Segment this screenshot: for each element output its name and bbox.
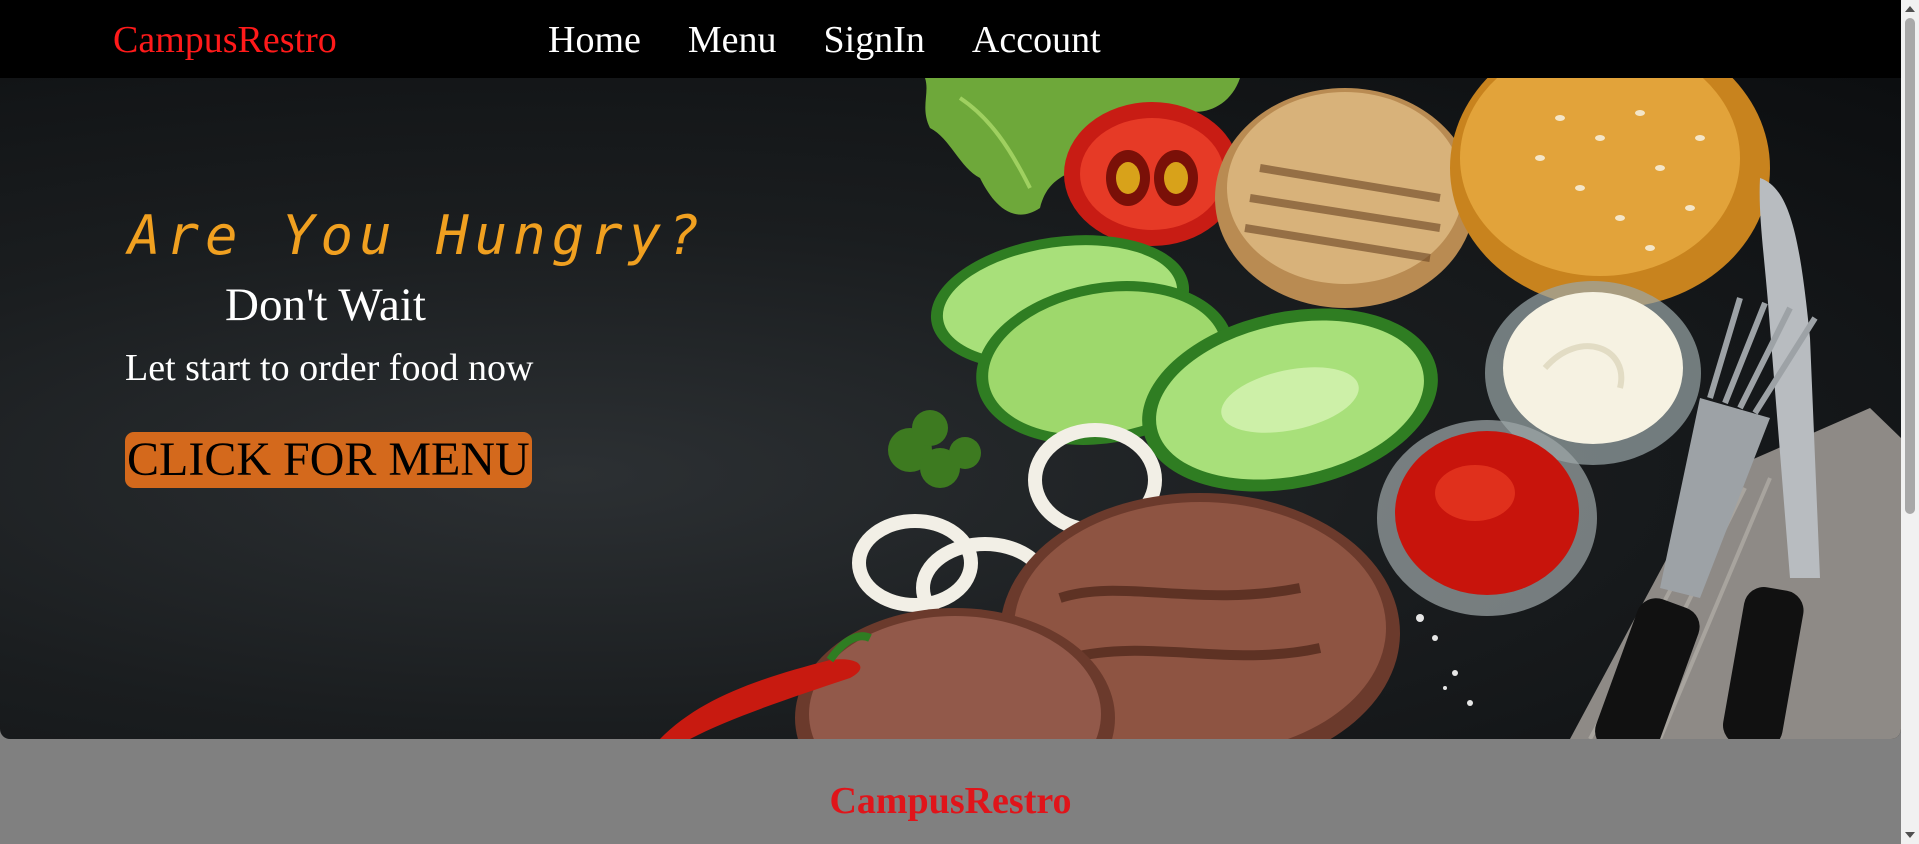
- footer: CampusRestro: [0, 739, 1901, 844]
- hero-tagline: Let start to order food now: [125, 347, 534, 389]
- tomato-shape: [1064, 102, 1240, 246]
- click-for-menu-button[interactable]: CLICK FOR MENU: [125, 432, 532, 488]
- nav-link-home[interactable]: Home: [548, 18, 641, 62]
- bun-bottom-shape: [1215, 88, 1475, 308]
- brand-logo-link[interactable]: CampusRestro: [113, 18, 337, 62]
- nav-link-menu[interactable]: Menu: [688, 18, 777, 62]
- hero-banner: Are You Hungry? Don't Wait Let start to …: [0, 78, 1901, 739]
- page: CampusRestro Home Menu SignIn Account Ar…: [0, 0, 1919, 844]
- hero-title: Are You Hungry?: [128, 204, 706, 267]
- vertical-scrollbar[interactable]: [1901, 0, 1919, 844]
- ketchup-bowl-shape: [1377, 420, 1597, 616]
- scroll-thumb[interactable]: [1905, 18, 1915, 514]
- nav-links: Home Menu SignIn Account: [548, 18, 1148, 62]
- footer-brand: CampusRestro: [829, 780, 1072, 822]
- hero-subtitle: Don't Wait: [225, 279, 426, 331]
- parsley-shape: [888, 410, 981, 488]
- scroll-down-arrow-icon[interactable]: [1905, 832, 1915, 838]
- nav-link-signin[interactable]: SignIn: [824, 18, 925, 62]
- top-navbar: CampusRestro Home Menu SignIn Account: [0, 0, 1901, 78]
- bun-top-shape: [1450, 78, 1770, 308]
- salt-sprinkles-shape: [1416, 614, 1473, 706]
- nav-link-account[interactable]: Account: [972, 18, 1101, 62]
- hero-food-image: [660, 78, 1901, 739]
- scroll-up-arrow-icon[interactable]: [1905, 6, 1915, 12]
